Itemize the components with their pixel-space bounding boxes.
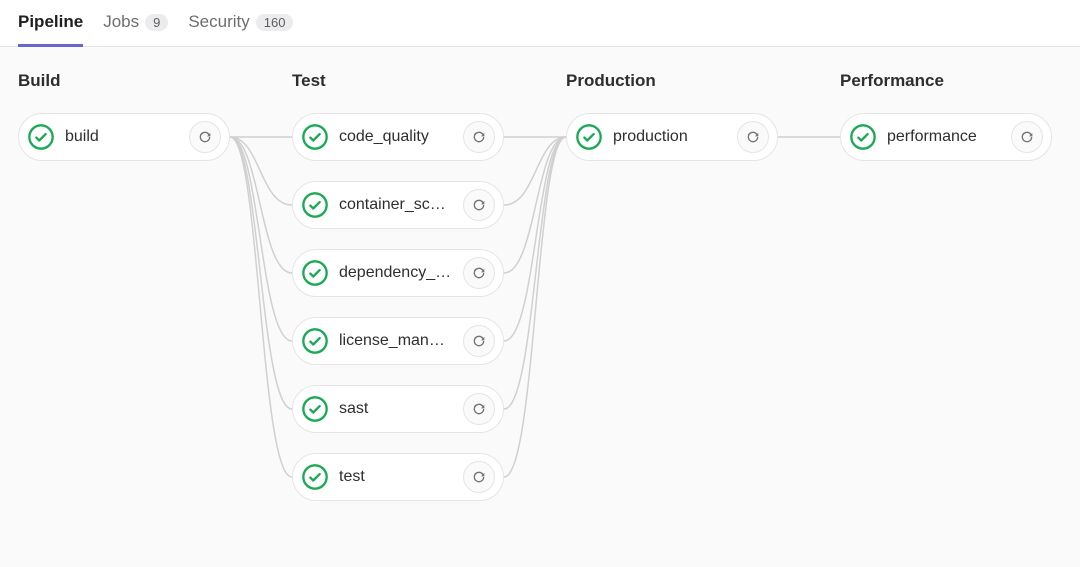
- retry-button[interactable]: [463, 257, 495, 289]
- retry-button[interactable]: [737, 121, 769, 153]
- retry-icon: [471, 333, 487, 349]
- tab-pipeline[interactable]: Pipeline: [18, 12, 83, 46]
- retry-icon: [197, 129, 213, 145]
- retry-button[interactable]: [1011, 121, 1043, 153]
- job-name: test: [339, 468, 453, 486]
- retry-icon: [471, 401, 487, 417]
- job-name: build: [65, 128, 179, 146]
- tab-label: Pipeline: [18, 12, 83, 32]
- retry-button[interactable]: [463, 461, 495, 493]
- stage-build: Build build: [18, 71, 230, 501]
- job-name: performance: [887, 128, 1001, 146]
- job-test[interactable]: test: [292, 453, 504, 501]
- retry-button[interactable]: [463, 325, 495, 357]
- pipeline-graph: Build build Test code_quality: [0, 47, 1080, 525]
- tab-label: Jobs: [103, 12, 139, 32]
- tab-security[interactable]: Security 160: [188, 12, 293, 46]
- status-passed-icon: [27, 123, 55, 151]
- stage-test: Test code_quality container_scanning dep…: [292, 71, 504, 501]
- job-license-management[interactable]: license_management: [292, 317, 504, 365]
- tab-label: Security: [188, 12, 249, 32]
- tab-badge: 9: [145, 14, 168, 31]
- job-container-scanning[interactable]: container_scanning: [292, 181, 504, 229]
- job-dependency-scanning[interactable]: dependency_scanning: [292, 249, 504, 297]
- job-name: container_scanning: [339, 196, 453, 214]
- job-code-quality[interactable]: code_quality: [292, 113, 504, 161]
- status-passed-icon: [301, 395, 329, 423]
- tab-badge: 160: [256, 14, 294, 31]
- retry-button[interactable]: [189, 121, 221, 153]
- retry-icon: [471, 469, 487, 485]
- job-name: license_management: [339, 332, 453, 350]
- stage-title: Test: [292, 71, 504, 91]
- retry-icon: [471, 197, 487, 213]
- tab-jobs[interactable]: Jobs 9: [103, 12, 168, 46]
- retry-button[interactable]: [463, 189, 495, 221]
- status-passed-icon: [301, 327, 329, 355]
- retry-icon: [471, 265, 487, 281]
- retry-icon: [471, 129, 487, 145]
- status-passed-icon: [849, 123, 877, 151]
- stage-production: Production production: [566, 71, 778, 501]
- retry-button[interactable]: [463, 121, 495, 153]
- status-passed-icon: [301, 191, 329, 219]
- job-name: code_quality: [339, 128, 453, 146]
- status-passed-icon: [301, 123, 329, 151]
- stage-title: Production: [566, 71, 778, 91]
- job-performance[interactable]: performance: [840, 113, 1052, 161]
- job-sast[interactable]: sast: [292, 385, 504, 433]
- tabs: Pipeline Jobs 9 Security 160: [0, 0, 1080, 47]
- stage-performance: Performance performance: [840, 71, 1052, 501]
- job-name: dependency_scanning: [339, 264, 453, 282]
- job-build[interactable]: build: [18, 113, 230, 161]
- status-passed-icon: [575, 123, 603, 151]
- job-name: production: [613, 128, 727, 146]
- stage-title: Performance: [840, 71, 1052, 91]
- job-production[interactable]: production: [566, 113, 778, 161]
- stage-title: Build: [18, 71, 230, 91]
- retry-button[interactable]: [463, 393, 495, 425]
- retry-icon: [745, 129, 761, 145]
- retry-icon: [1019, 129, 1035, 145]
- status-passed-icon: [301, 463, 329, 491]
- job-name: sast: [339, 400, 453, 418]
- status-passed-icon: [301, 259, 329, 287]
